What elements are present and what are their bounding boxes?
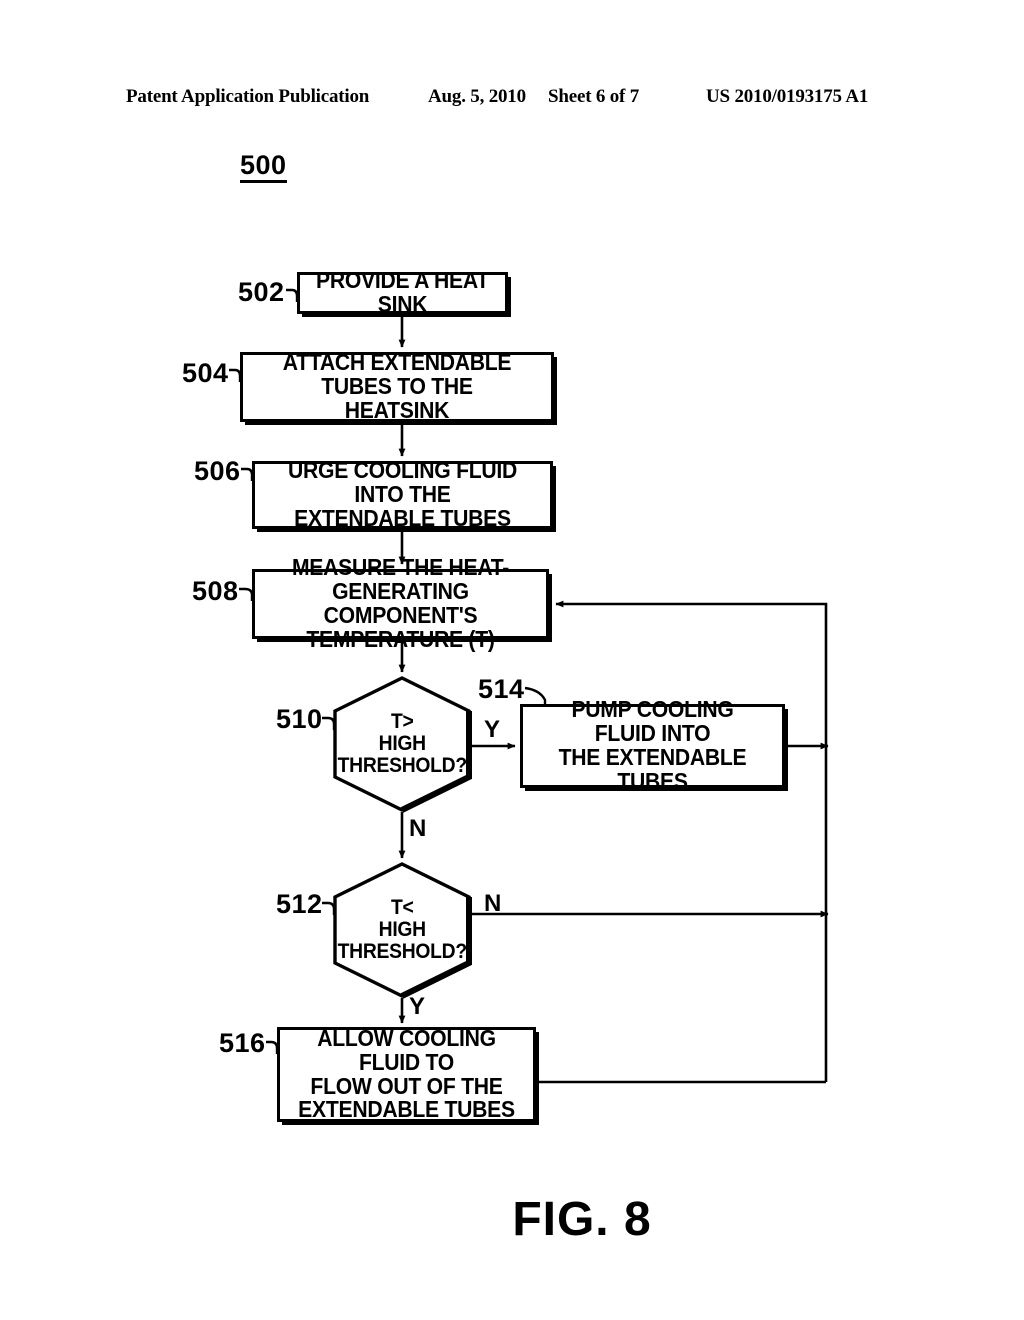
branch-label-512-yes: Y xyxy=(409,993,426,1020)
process-box-508[interactable]: MEASURE THE HEAT-GENERATING COMPONENT'S … xyxy=(252,555,549,651)
process-box-504-label: ATTACH EXTENDABLE TUBES TO THE HEATSINK xyxy=(282,349,512,423)
header-sheet-number: Sheet 6 of 7 xyxy=(548,86,640,107)
header-publication: Patent Application Publication xyxy=(126,86,370,107)
process-box-508-label: MEASURE THE HEAT-GENERATING COMPONENT'S … xyxy=(291,554,510,652)
flowchart-reference-numeral: 500 xyxy=(240,152,287,183)
process-box-514-label: PUMP COOLING FLUID INTO THE EXTENDABLE T… xyxy=(558,696,747,794)
reference-numeral-514: 514 xyxy=(478,674,525,704)
decision-hexagon-510-label: T> HIGH THRESHOLD? xyxy=(337,709,467,778)
reference-numeral-508: 508 xyxy=(192,576,239,606)
decision-hexagon-512[interactable]: T< HIGH THRESHOLD? xyxy=(332,862,472,999)
reference-numeral-512: 512 xyxy=(276,889,323,919)
process-box-516[interactable]: ALLOW COOLING FLUID TO FLOW OUT OF THE E… xyxy=(277,1024,536,1123)
patent-sheet: Patent Application Publication Aug. 5, 2… xyxy=(0,0,1024,1320)
header-patent-number: US 2010/0193175 A1 xyxy=(706,86,869,107)
feedback-bus-return-to-508 xyxy=(555,600,828,1082)
branch-label-510-yes: Y xyxy=(484,716,501,743)
decision-hexagon-512-label: T< HIGH THRESHOLD? xyxy=(337,895,467,964)
reference-numeral-516: 516 xyxy=(219,1028,266,1058)
figure-caption: FIG. 8 xyxy=(512,1193,652,1246)
reference-numeral-502: 502 xyxy=(238,277,285,307)
process-box-506[interactable]: URGE COOLING FLUID INTO THE EXTENDABLE T… xyxy=(252,457,553,531)
process-box-514[interactable]: PUMP COOLING FLUID INTO THE EXTENDABLE T… xyxy=(520,697,785,793)
reference-numeral-506: 506 xyxy=(194,456,241,486)
header-date: Aug. 5, 2010 xyxy=(428,86,526,107)
reference-numeral-510: 510 xyxy=(276,704,323,734)
process-box-502-label: PROVIDE A HEAT SINK xyxy=(316,267,489,317)
process-box-506-label: URGE COOLING FLUID INTO THE EXTENDABLE T… xyxy=(288,457,517,531)
decision-hexagon-510[interactable]: T> HIGH THRESHOLD? xyxy=(332,676,472,813)
branch-label-512-no: N xyxy=(484,890,502,917)
reference-numeral-504: 504 xyxy=(182,358,229,388)
process-box-504[interactable]: ATTACH EXTENDABLE TUBES TO THE HEATSINK xyxy=(240,349,554,423)
branch-label-510-no: N xyxy=(409,815,427,842)
process-box-502[interactable]: PROVIDE A HEAT SINK xyxy=(297,267,508,317)
process-box-516-label: ALLOW COOLING FLUID TO FLOW OUT OF THE E… xyxy=(298,1024,515,1123)
